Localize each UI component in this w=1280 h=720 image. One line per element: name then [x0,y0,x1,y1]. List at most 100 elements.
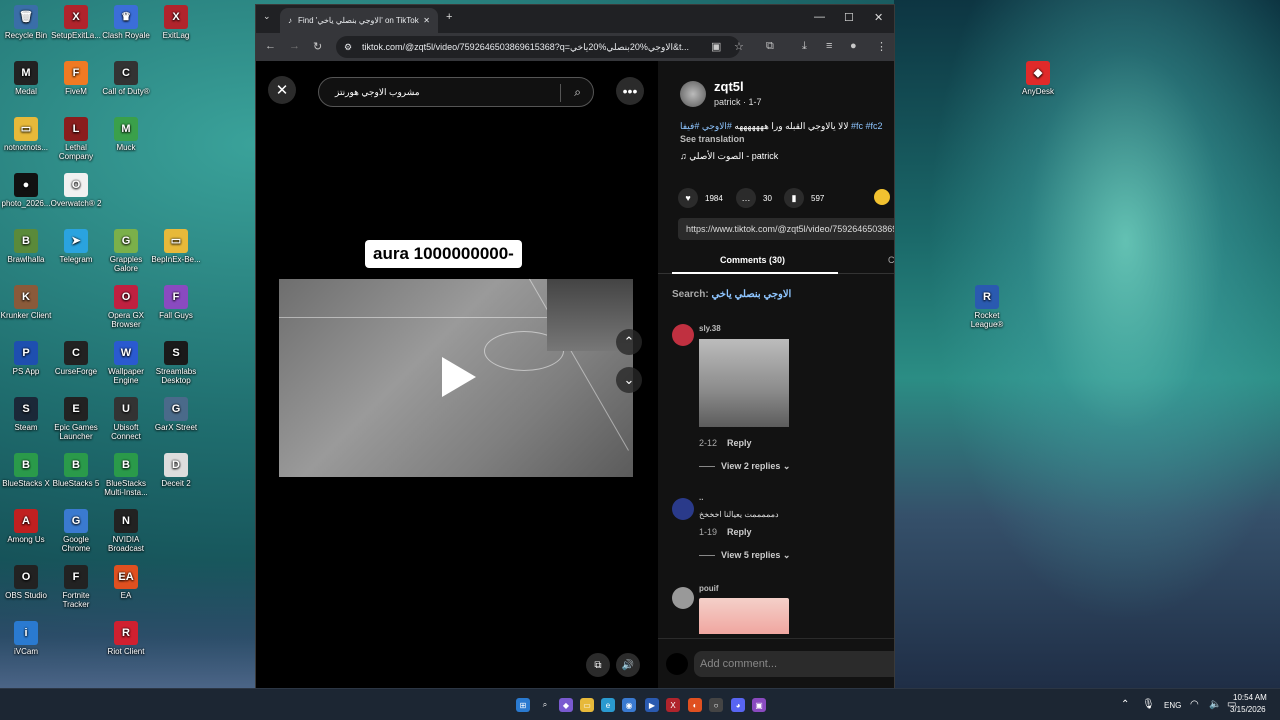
desktop-icon[interactable]: L Lethal Company [50,117,102,161]
comment-button[interactable]: … 30 [736,188,772,208]
desktop-icon[interactable]: F Fall Guys [150,285,202,320]
previous-video-button[interactable]: ⌃ [616,329,642,355]
desktop-icon[interactable]: B Brawlhalla [0,229,52,264]
language-indicator[interactable]: ENG [1164,701,1181,710]
more-options-button[interactable]: ••• [616,77,644,105]
desktop-icon[interactable]: G GarX Street [150,397,202,432]
extensions-icon[interactable]: ⧉ [766,40,774,53]
commenter-name[interactable]: .. [699,493,703,502]
related-search[interactable]: Search: الاوجي بنصلي ياخي [672,289,791,300]
save-button[interactable]: ▮ 597 [784,188,824,208]
commenter-name[interactable]: sly.38 [699,324,721,333]
desktop-icon[interactable]: ▭ BepInEx-Be... [150,229,202,264]
search-icon[interactable]: ⌕ [574,85,581,100]
desktop-icon[interactable]: F Fortnite Tracker [50,565,102,609]
author-username[interactable]: zqt5l [714,79,744,94]
app-icon[interactable]: ▣ [752,698,766,712]
tray-chevron-icon[interactable]: ⌃ [1121,699,1129,710]
desktop-icon[interactable]: W Wallpaper Engine [100,341,152,385]
bookmark-star-icon[interactable]: ☆ [734,40,744,53]
search-input[interactable]: مشروب الاوجي هورنتز ⌕ [318,77,594,107]
exitlag-icon[interactable]: X [666,698,680,712]
desktop-icon[interactable]: R Riot Client [100,621,152,656]
reload-icon[interactable]: ↻ [313,40,322,53]
tab-search-icon[interactable]: ⌄ [263,11,271,22]
view-replies-button[interactable]: View 5 replies ⌄ [699,550,790,561]
desktop-icon[interactable]: ▭ notnotnots... [0,117,52,152]
close-window-icon[interactable]: ✕ [874,11,883,24]
profile-avatar[interactable]: ● [850,40,857,52]
desktop-icon[interactable]: ● photo_2026... [0,173,52,208]
commenter-avatar[interactable] [672,498,694,520]
desktop-icon[interactable]: G Google Chrome [50,509,102,553]
media-icon[interactable]: ≡ [826,40,832,52]
music-link[interactable]: ♫ الصوت الأصلي - patrick [680,151,778,162]
reply-button[interactable]: Reply [727,438,752,448]
vscode-icon[interactable]: ▶ [645,698,659,712]
desktop-icon[interactable]: B BlueStacks X [0,453,52,488]
desktop-icon[interactable]: P PS App [0,341,52,376]
desktop-icon[interactable]: D Deceit 2 [150,453,202,488]
menu-icon[interactable]: ⋮ [876,40,887,53]
author-avatar[interactable] [680,81,706,107]
clock-time[interactable]: 10:54 AM [1233,693,1267,702]
microphone-icon[interactable]: 🎙 [1142,699,1155,710]
hashtag[interactable]: #فيفا [680,121,699,131]
desktop-icon[interactable]: A Among Us [0,509,52,544]
forward-icon[interactable]: → [289,40,300,52]
hashtag[interactable]: #الاوجي [702,121,732,131]
download-icon[interactable]: ⤓ [802,40,807,53]
desktop-icon[interactable]: ➤ Telegram [50,229,102,264]
desktop-icon[interactable]: U Ubisoft Connect [100,397,152,441]
desktop-icon[interactable]: F FiveM [50,61,102,96]
clock-date[interactable]: 3/15/2026 [1230,705,1266,714]
desktop-icon[interactable]: i iVCam [0,621,52,656]
desktop-icon[interactable]: O Opera GX Browser [100,285,152,329]
wifi-icon[interactable]: ◠ [1190,699,1199,710]
tab-creator-videos[interactable]: C [888,255,894,265]
commenter-avatar[interactable] [672,324,694,346]
close-video-button[interactable]: ✕ [268,76,296,104]
tab-comments[interactable]: Comments (30) [720,255,785,265]
like-button[interactable]: ♥ 1984 [678,188,723,208]
file-explorer-icon[interactable]: ▭ [580,698,594,712]
desktop-icon[interactable]: ◆ AnyDesk [1012,61,1064,96]
pip-button[interactable]: ⧉ [586,653,610,677]
desktop-icon[interactable]: EA EA [100,565,152,600]
site-info-icon[interactable]: ⚙ [344,42,352,53]
back-icon[interactable]: ← [265,40,276,52]
desktop-icon[interactable]: 🗑 Recycle Bin [0,5,52,40]
desktop-icon[interactable]: B BlueStacks 5 [50,453,102,488]
tab-close-icon[interactable]: ✕ [423,16,430,25]
desktop-icon[interactable]: E Epic Games Launcher [50,397,102,441]
desktop-icon[interactable]: N NVIDIA Broadcast [100,509,152,553]
desktop-icon[interactable]: X SetupExitLa... [50,5,102,40]
desktop-icon[interactable]: R Rocket League® [961,285,1013,329]
add-comment-input[interactable]: Add comment... [694,651,894,677]
view-replies-button[interactable]: View 2 replies ⌄ [699,461,790,472]
chrome-icon[interactable]: ◉ [622,698,636,712]
start-icon[interactable]: ⊞ [516,698,530,712]
desktop-icon[interactable]: K Krunker Client [0,285,52,320]
hashtag[interactable]: #fc [851,121,863,131]
see-translation-link[interactable]: See translation [680,134,745,144]
copilot-icon[interactable]: ◆ [559,698,573,712]
desktop-icon[interactable]: S Steam [0,397,52,432]
play-icon[interactable] [442,357,476,397]
desktop-icon[interactable]: C CurseForge [50,341,102,376]
browser-tab[interactable]: ♪ Find 'الاوجي بنصلي ياخي' on TikTok ✕ [280,8,438,33]
desktop-icon[interactable]: ♛ Clash Royale [100,5,152,40]
hashtag[interactable]: #fc2 [866,121,883,131]
next-video-button[interactable]: ⌄ [616,367,642,393]
commenter-name[interactable]: pouif [699,584,719,593]
discord-icon[interactable]: ◕ [731,698,745,712]
desktop-icon[interactable]: O Overwatch® 2 [50,173,102,208]
maximize-icon[interactable]: ☐ [844,11,854,24]
new-tab-icon[interactable]: + [446,11,452,23]
address-bar[interactable]: ⚙ tiktok.com/@zqt5l/video/75926465038696… [336,36,740,58]
volume-button[interactable]: 🔊 [616,653,640,677]
volume-icon[interactable]: 🔈 [1209,699,1221,710]
gift-coin-icon[interactable] [874,189,890,205]
firefox-icon[interactable]: ◐ [688,698,702,712]
desktop-icon[interactable]: G Grapples Galore [100,229,152,273]
